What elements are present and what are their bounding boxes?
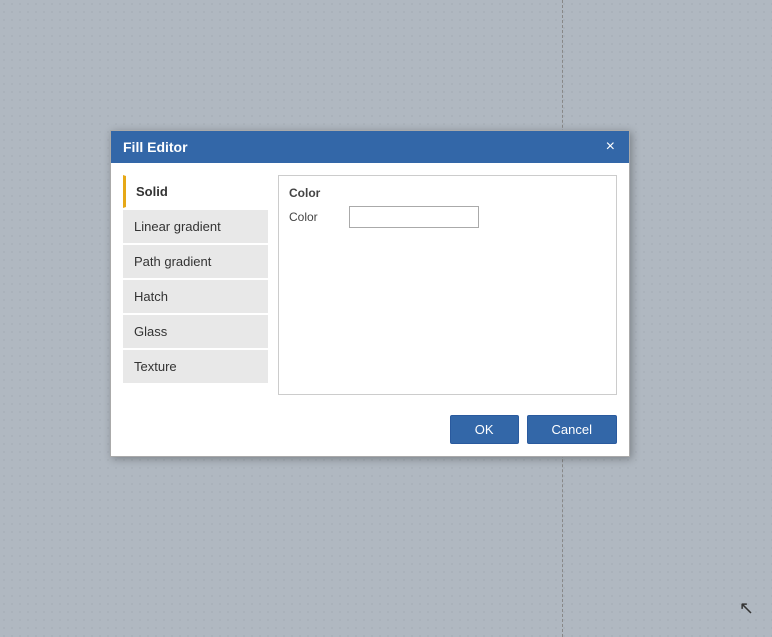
color-property-row: Color: [289, 206, 606, 228]
fill-type-item-path-gradient[interactable]: Path gradient: [123, 245, 268, 278]
properties-section-label: Color: [289, 186, 606, 200]
dialog-titlebar: Fill Editor ×: [111, 131, 629, 163]
fill-type-item-linear-gradient[interactable]: Linear gradient: [123, 210, 268, 243]
fill-type-item-glass[interactable]: Glass: [123, 315, 268, 348]
cancel-button[interactable]: Cancel: [527, 415, 617, 444]
color-input[interactable]: [349, 206, 479, 228]
dialog-footer: OK Cancel: [111, 407, 629, 456]
dialog-title: Fill Editor: [123, 139, 188, 155]
dialog-body: SolidLinear gradientPath gradientHatchGl…: [111, 163, 629, 407]
fill-type-item-hatch[interactable]: Hatch: [123, 280, 268, 313]
dialog-close-button[interactable]: ×: [604, 139, 617, 155]
fill-type-list: SolidLinear gradientPath gradientHatchGl…: [123, 175, 268, 395]
fill-type-item-solid[interactable]: Solid: [123, 175, 268, 208]
ok-button[interactable]: OK: [450, 415, 519, 444]
fill-type-item-texture[interactable]: Texture: [123, 350, 268, 383]
fill-editor-dialog: Fill Editor × SolidLinear gradientPath g…: [110, 130, 630, 457]
color-label: Color: [289, 210, 339, 224]
fill-properties-panel: Color Color: [278, 175, 617, 395]
